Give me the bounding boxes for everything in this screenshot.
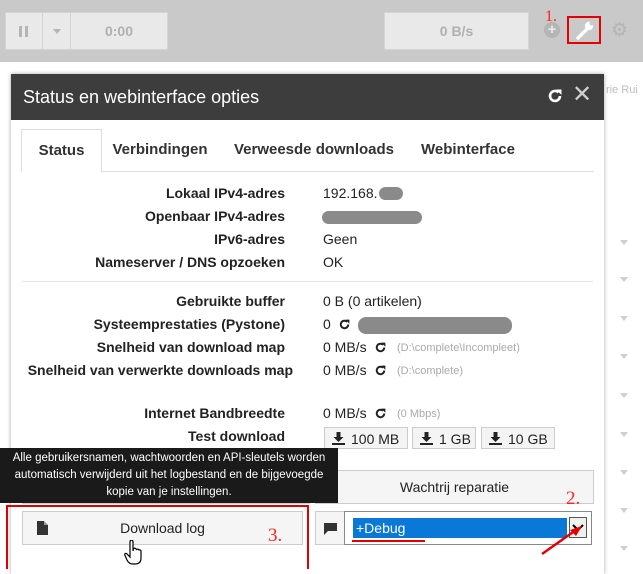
ipv6-label: IPv6-adres — [214, 231, 285, 247]
annotation-arrow — [541, 526, 582, 555]
download-log-button[interactable]: Download log — [22, 511, 303, 545]
comment-icon — [324, 523, 337, 535]
test-download-1gb-button[interactable]: 1 GB — [412, 427, 476, 449]
bandwidth-value: 0 MB/s — [323, 405, 367, 421]
pystone-label: Systeemprestaties (Pystone) — [93, 316, 285, 332]
tab-bar: Status Verbindingen Verweesde downloads … — [21, 129, 594, 173]
refresh-icon[interactable] — [373, 340, 388, 355]
file-icon — [37, 521, 48, 535]
redacted-cpu — [358, 317, 512, 334]
background-text: rie Rui — [606, 84, 638, 96]
bandwidth-mbps: (0 Mbps) — [397, 408, 441, 420]
redacted-ip — [379, 187, 403, 200]
complete-dir-speed-value: 0 MB/s — [323, 362, 367, 378]
wrench-icon — [576, 21, 594, 40]
chevron-down-icon — [53, 29, 61, 34]
annotation-3: 3. — [268, 525, 283, 546]
refresh-icon[interactable] — [337, 317, 352, 332]
tab-orphaned-downloads[interactable]: Verweesde downloads — [226, 129, 402, 170]
buffer-value: 0 B (0 artikelen) — [323, 293, 422, 309]
pause-options-button[interactable] — [42, 12, 72, 50]
annotation-underline — [352, 540, 425, 542]
download-dir-speed-value: 0 MB/s — [323, 339, 367, 355]
tab-webinterface[interactable]: Webinterface — [413, 129, 523, 170]
modal-title: Status en webinterface opties — [23, 87, 260, 107]
gear-icon[interactable]: ⚙ — [611, 21, 628, 40]
complete-dir-speed-label: Snelheid van verwerkte downloads map — [27, 362, 293, 378]
annotation-1: 1. — [545, 8, 557, 25]
complete-dir-path: (D:\complete) — [397, 365, 464, 377]
download-dir-path: (D:\complete\Incompleet) — [397, 342, 520, 354]
download-icon — [420, 432, 433, 445]
annotation-2: 2. — [566, 488, 581, 509]
download-icon — [332, 432, 345, 445]
queue-repair-button[interactable]: Wachtrij reparatie — [315, 470, 594, 504]
refresh-icon[interactable] — [545, 86, 565, 111]
speed-limit-field[interactable]: 0 B/s — [384, 12, 529, 50]
ipv4-local-value: 192.168. — [323, 185, 378, 201]
download-dir-speed-label: Snelheid van download map — [96, 339, 285, 355]
test-download-label: Test download — [188, 428, 285, 444]
test-download-100mb-button[interactable]: 100 MB — [324, 427, 408, 449]
log-level-icon-box — [315, 511, 345, 545]
buffer-label: Gebruikte buffer — [176, 293, 285, 309]
divider — [22, 281, 593, 282]
tab-status[interactable]: Status — [21, 129, 102, 173]
pause-timer: 0:00 — [70, 12, 168, 50]
ipv4-local-label: Lokaal IPv4-adres — [165, 185, 285, 201]
bandwidth-label: Internet Bandbreedte — [144, 405, 285, 421]
log-level-selected: +Debug — [353, 518, 567, 538]
dns-label: Nameserver / DNS opzoeken — [95, 254, 285, 270]
pause-button[interactable] — [5, 12, 43, 50]
test-download-10gb-button[interactable]: 10 GB — [481, 427, 555, 449]
status-button[interactable] — [567, 16, 601, 44]
ipv6-value: Geen — [323, 231, 358, 247]
refresh-icon[interactable] — [373, 406, 388, 421]
modal-header: Status en webinterface opties ✕ — [11, 74, 604, 120]
tooltip: Alle gebruikersnamen, wachtwoorden en AP… — [0, 448, 338, 503]
dns-value: OK — [323, 254, 344, 270]
redacted-public-ip — [322, 211, 422, 224]
pause-icon — [19, 26, 22, 37]
ipv4-public-label: Openbaar IPv4-adres — [144, 208, 285, 224]
pystone-value: 0 — [323, 316, 331, 332]
tab-connections[interactable]: Verbindingen — [104, 129, 216, 170]
refresh-icon[interactable] — [373, 363, 388, 378]
download-icon — [489, 432, 502, 445]
close-icon[interactable]: ✕ — [572, 82, 592, 108]
hand-cursor-icon — [124, 540, 142, 565]
